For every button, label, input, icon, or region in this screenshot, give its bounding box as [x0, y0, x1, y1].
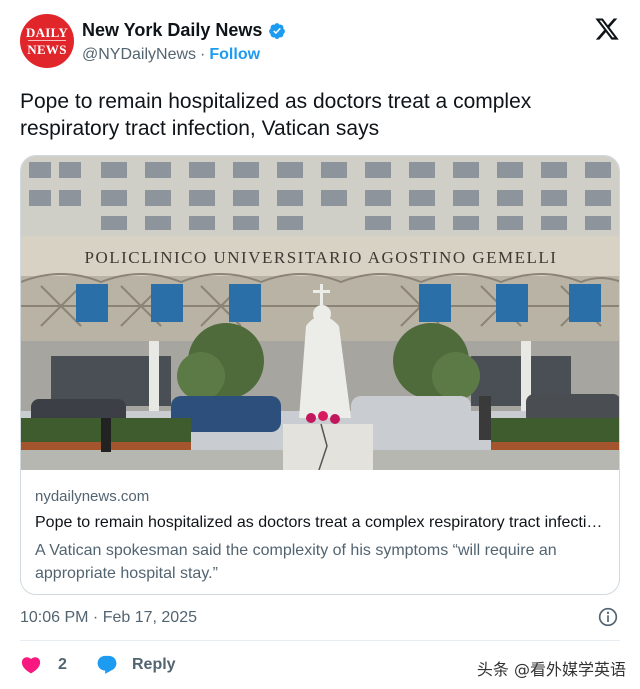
link-preview-card[interactable]: POLICLINICO UNIVERSITARIO AGOSTINO GEMEL… [20, 155, 620, 595]
avatar[interactable]: DAILY NEWS [20, 14, 74, 68]
tweet-card: DAILY NEWS New York Daily News @NYDailyN… [0, 0, 640, 689]
info-icon[interactable] [598, 607, 618, 627]
like-count: 2 [58, 656, 67, 673]
hospital-photo-illustration: POLICLINICO UNIVERSITARIO AGOSTINO GEMEL… [21, 156, 619, 470]
handle-separator: · [200, 46, 206, 63]
timestamp[interactable]: 10:06 PM · Feb 17, 2025 [20, 609, 197, 627]
heart-icon [21, 657, 41, 674]
author-name-row: New York Daily News [82, 20, 286, 41]
follow-button[interactable]: Follow [209, 46, 260, 64]
display-name[interactable]: New York Daily News [82, 20, 262, 41]
x-logo-icon[interactable] [594, 16, 620, 42]
avatar-line-1: DAILY [25, 25, 69, 40]
watermark: 头条 @看外媒学英语 [476, 660, 626, 679]
reply-label: Reply [132, 656, 176, 673]
verified-badge-icon [269, 22, 286, 39]
link-description: A Vatican spokesman said the complexity … [35, 542, 557, 582]
link-title[interactable]: Pope to remain hospitalized as doctors t… [35, 514, 605, 532]
divider [20, 640, 620, 641]
handle[interactable]: @NYDailyNews [82, 46, 196, 64]
handle-row: @NYDailyNews · Follow [82, 46, 260, 64]
building-sign: POLICLINICO UNIVERSITARIO AGOSTINO GEMEL… [85, 248, 558, 267]
article-photo[interactable]: POLICLINICO UNIVERSITARIO AGOSTINO GEMEL… [21, 156, 619, 470]
link-domain[interactable]: nydailynews.com [35, 488, 149, 505]
like-button[interactable]: 2 [20, 654, 67, 676]
tweet-text: Pope to remain hospitalized as doctors t… [20, 90, 532, 140]
avatar-divider [28, 40, 66, 41]
reply-button[interactable]: Reply [96, 654, 176, 676]
reply-bubble-icon [97, 655, 117, 674]
avatar-line-2: NEWS [27, 42, 67, 57]
